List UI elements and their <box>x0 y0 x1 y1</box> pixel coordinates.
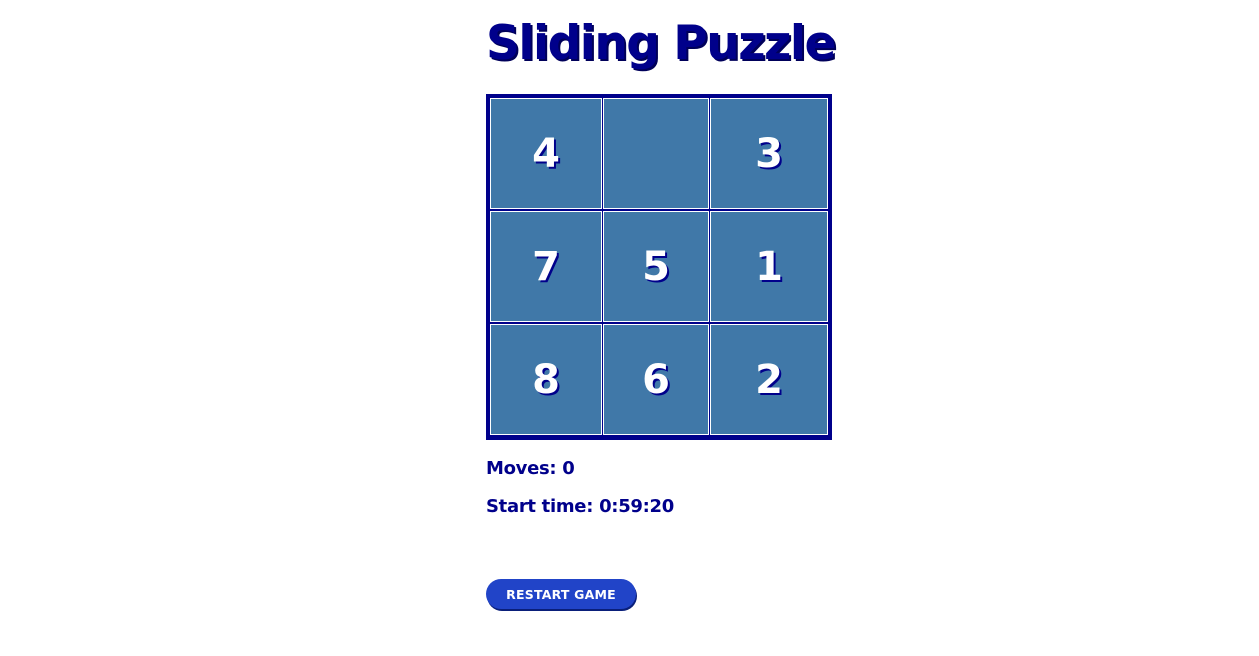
page-title: Sliding Puzzle <box>486 16 836 71</box>
start-time: Start time: 0:59:20 <box>486 496 674 517</box>
puzzle-tile[interactable]: 3 <box>710 98 828 209</box>
puzzle-tile[interactable]: 2 <box>710 324 828 435</box>
puzzle-tile[interactable]: 6 <box>603 324 709 435</box>
empty-tile[interactable] <box>603 98 709 209</box>
puzzle-tile[interactable]: 8 <box>490 324 602 435</box>
puzzle-tile[interactable]: 5 <box>603 211 709 322</box>
puzzle-tile[interactable]: 7 <box>490 211 602 322</box>
puzzle-tile[interactable]: 1 <box>710 211 828 322</box>
restart-game-button[interactable]: RESTART GAME <box>486 579 636 609</box>
puzzle-tile[interactable]: 4 <box>490 98 602 209</box>
puzzle-board: 43751862 <box>486 94 832 440</box>
moves-counter: Moves: 0 <box>486 458 575 479</box>
